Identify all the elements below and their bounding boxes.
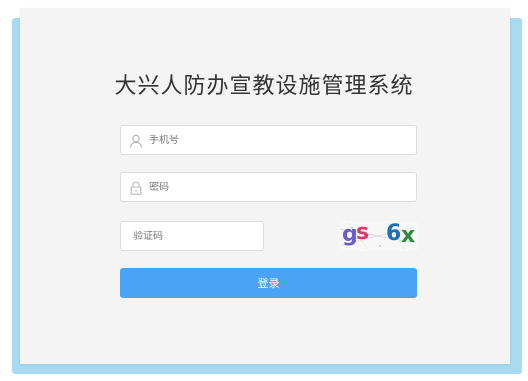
phone-input[interactable] xyxy=(149,134,408,146)
captcha-char: s xyxy=(356,220,370,245)
captcha-image[interactable]: g s 6 x xyxy=(338,220,418,251)
phone-field[interactable] xyxy=(120,125,417,155)
login-page: 大兴人防办宣教设施管理系统 手机号 验证码 g s 6 x 登录 xyxy=(0,0,528,381)
captcha-char: 6 xyxy=(386,221,402,246)
user-icon xyxy=(129,133,143,148)
lock-icon xyxy=(129,180,143,195)
captcha-field[interactable] xyxy=(120,221,264,251)
password-field[interactable] xyxy=(120,172,417,202)
login-button[interactable]: 登录 xyxy=(120,268,417,298)
captcha-input[interactable] xyxy=(133,230,255,242)
password-input[interactable] xyxy=(149,181,408,193)
captcha-char: x xyxy=(401,223,416,248)
page-title: 大兴人防办宣教设施管理系统 xyxy=(114,74,414,99)
